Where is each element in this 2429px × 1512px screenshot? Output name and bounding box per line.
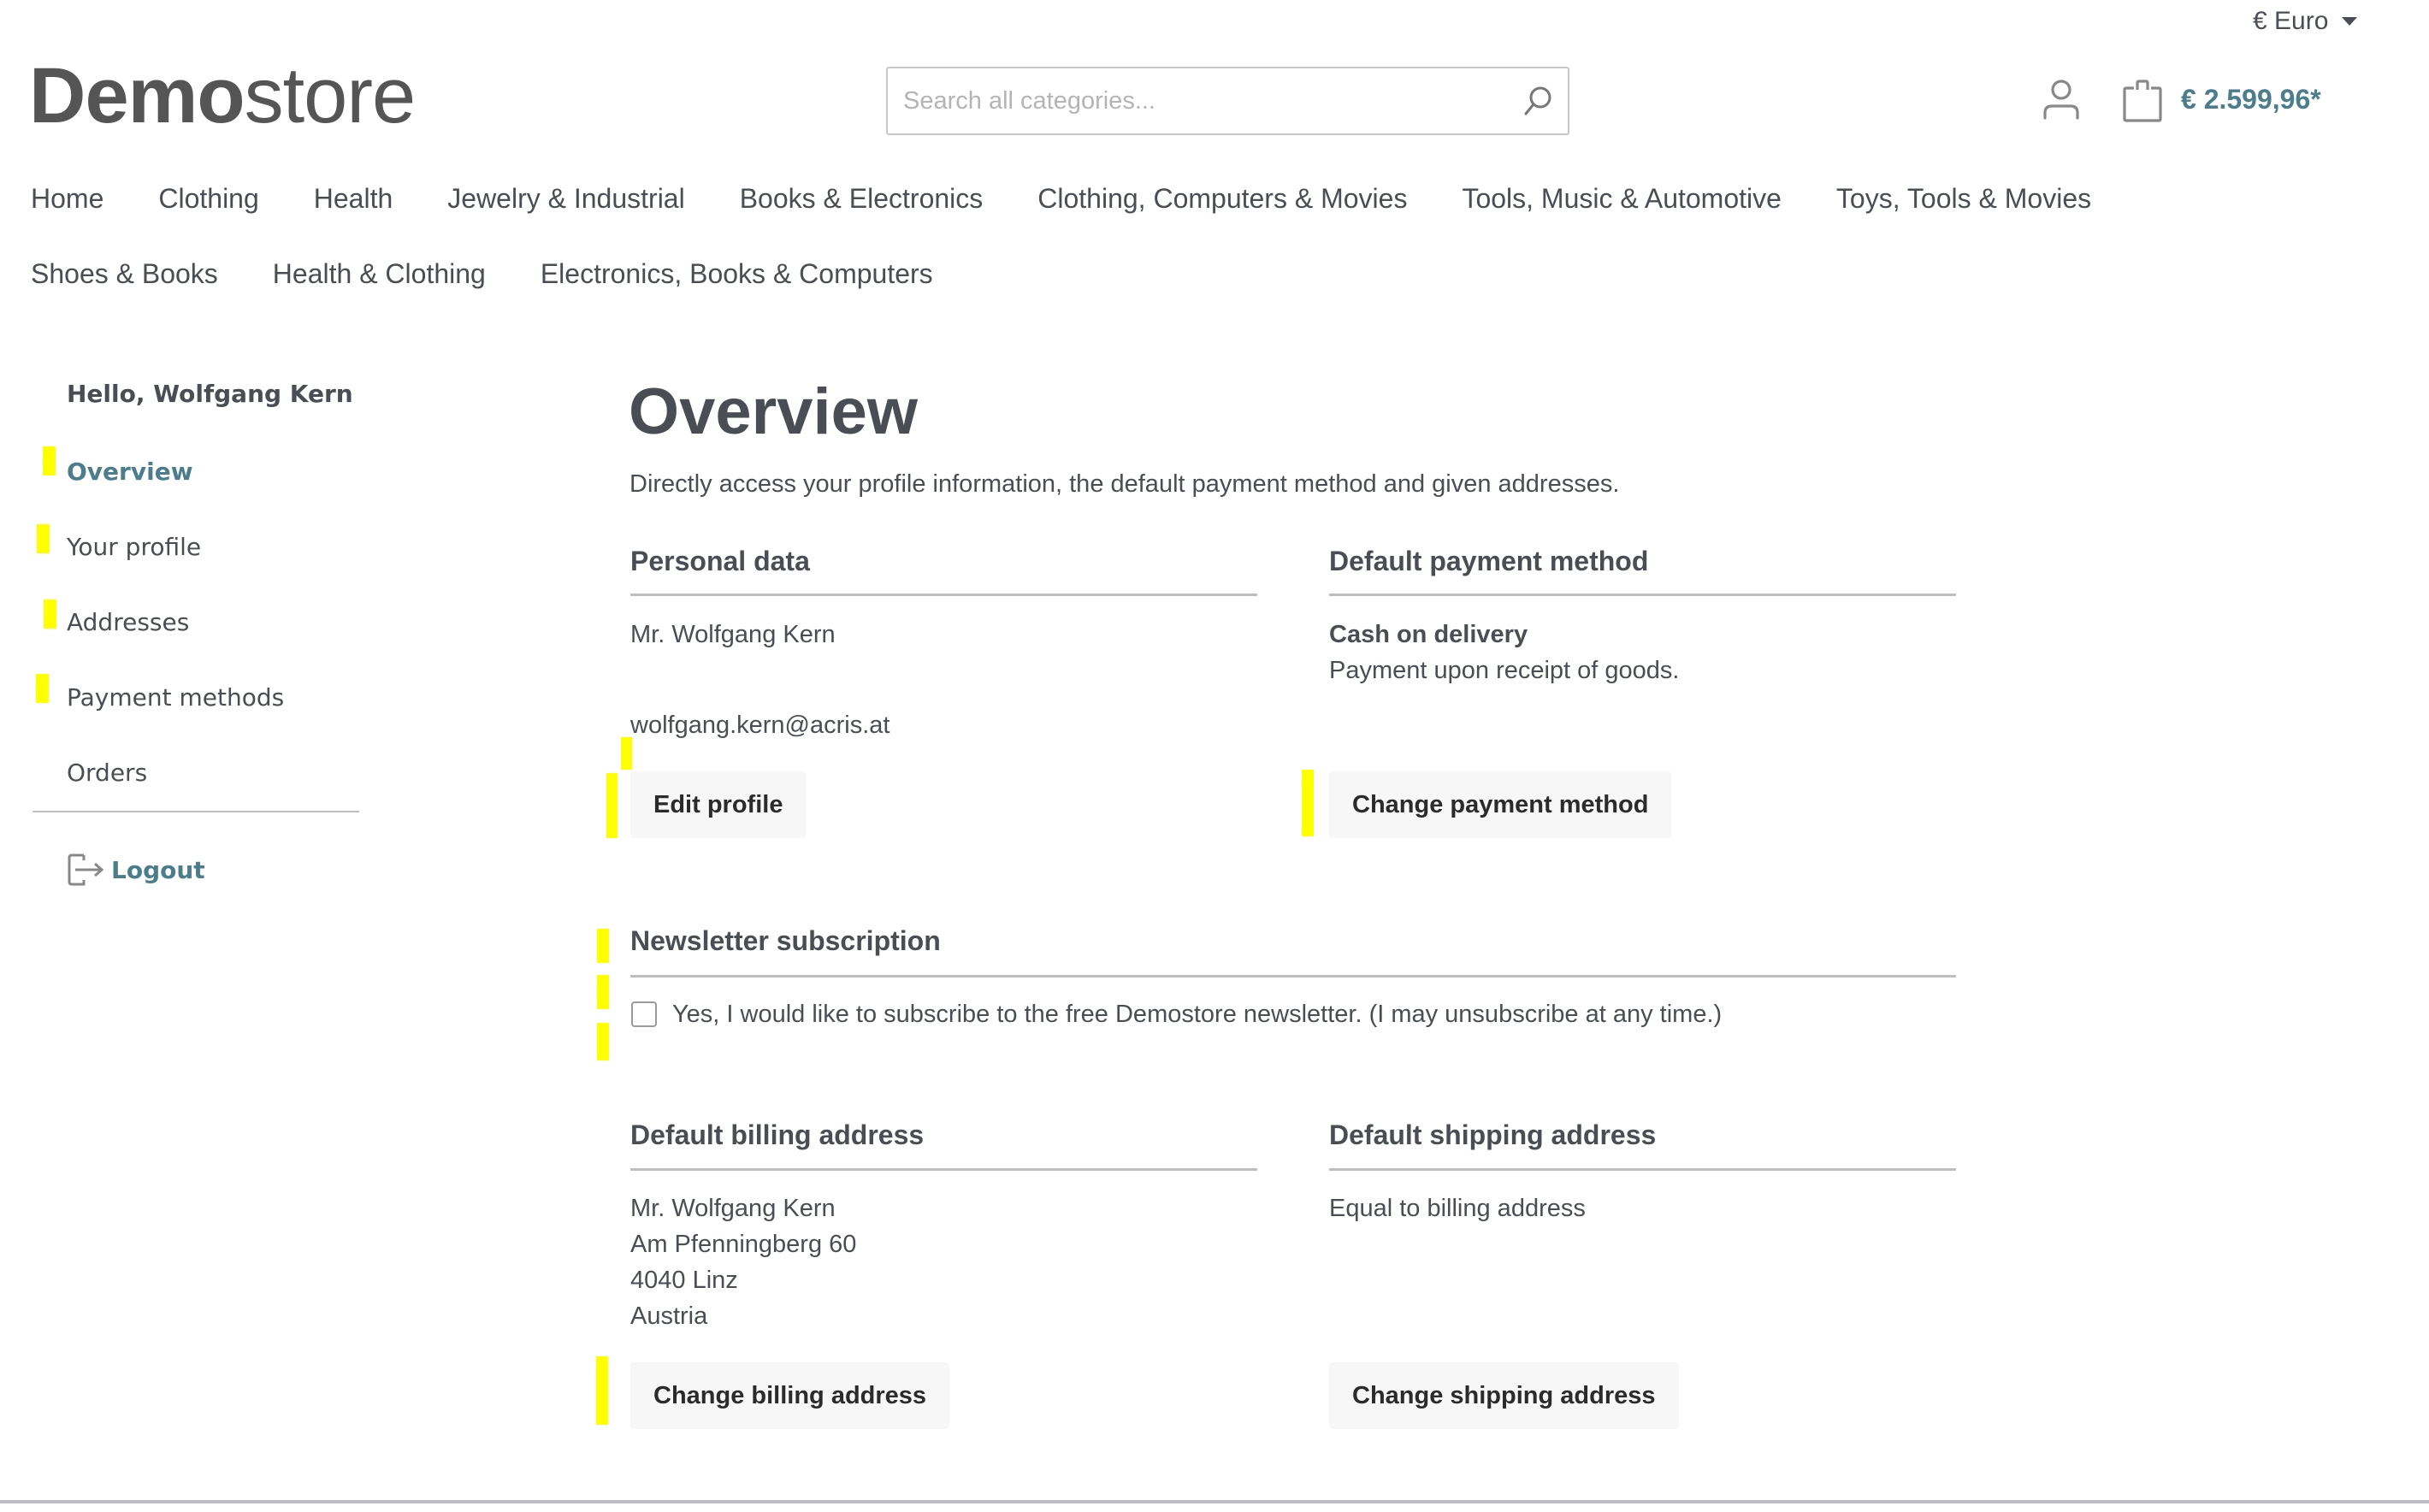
billing-address-line: Mr. Wolfgang Kern xyxy=(630,1195,836,1222)
shipping-address-heading: Default shipping address xyxy=(1329,1119,1657,1150)
page-description: Directly access your profile information… xyxy=(629,470,1620,498)
logout-label: Logout xyxy=(111,855,205,884)
page-title: Overview xyxy=(629,375,918,448)
highlight-marker xyxy=(597,975,609,1009)
footer-divider xyxy=(0,1500,2429,1503)
billing-address-heading: Default billing address xyxy=(630,1119,925,1150)
edit-profile-button[interactable]: Edit profile xyxy=(630,771,807,838)
sidebar-item-orders[interactable]: Orders xyxy=(67,759,147,787)
nav-item[interactable]: Health & Clothing xyxy=(273,258,486,290)
sidebar-item-your-profile[interactable]: Your profile xyxy=(67,533,201,561)
section-divider xyxy=(1329,1168,1956,1171)
sidebar-item-addresses[interactable]: Addresses xyxy=(67,608,189,636)
sidebar-divider xyxy=(33,811,359,812)
main-nav-row-1: Home Clothing Health Jewelry & Industria… xyxy=(31,183,2146,215)
payment-method-name: Cash on delivery xyxy=(1329,621,1528,648)
section-divider xyxy=(1329,594,1956,596)
search-button[interactable] xyxy=(1508,68,1568,133)
currency-selector[interactable]: € Euro xyxy=(2253,7,2358,36)
billing-address-line: Austria xyxy=(630,1302,708,1330)
nav-item[interactable]: Home xyxy=(31,183,103,215)
sidebar-item-overview[interactable]: Overview xyxy=(67,458,193,486)
payment-method-description: Payment upon receipt of goods. xyxy=(1329,657,1680,684)
highlight-marker xyxy=(606,773,618,838)
billing-address-line: Am Pfenningberg 60 xyxy=(630,1231,857,1258)
change-payment-method-button[interactable]: Change payment method xyxy=(1329,771,1672,838)
user-icon[interactable] xyxy=(2042,79,2080,121)
nav-item[interactable]: Tools, Music & Automotive xyxy=(1462,183,1781,215)
section-divider xyxy=(630,975,1956,977)
nav-item[interactable]: Clothing xyxy=(158,183,258,215)
customer-email: wolfgang.kern@acris.at xyxy=(630,712,890,739)
currency-label: € Euro xyxy=(2253,7,2329,35)
highlight-marker xyxy=(597,1023,609,1060)
highlight-marker xyxy=(621,737,632,770)
highlight-marker xyxy=(1302,770,1314,836)
nav-item[interactable]: Toys, Tools & Movies xyxy=(1836,183,2091,215)
billing-address-line: 4040 Linz xyxy=(630,1267,738,1294)
search-icon xyxy=(1524,86,1551,115)
highlight-marker xyxy=(36,674,49,703)
main-nav-row-2: Shoes & Books Health & Clothing Electron… xyxy=(31,258,988,290)
payment-method-heading: Default payment method xyxy=(1329,546,1649,576)
search-box xyxy=(886,67,1569,135)
sidebar-item-payment-methods[interactable]: Payment methods xyxy=(67,683,284,712)
personal-data-heading: Personal data xyxy=(630,546,810,576)
section-divider xyxy=(630,1168,1257,1171)
nav-item[interactable]: Electronics, Books & Computers xyxy=(541,258,933,290)
section-divider xyxy=(630,594,1257,596)
nav-item[interactable]: Jewelry & Industrial xyxy=(447,183,684,215)
logo[interactable]: Demostore xyxy=(29,52,417,139)
highlight-marker xyxy=(43,446,56,475)
caret-down-icon xyxy=(2342,17,2358,26)
shopping-bag-icon[interactable] xyxy=(2122,80,2163,122)
nav-item[interactable]: Health xyxy=(314,183,393,215)
newsletter-checkbox[interactable] xyxy=(631,1001,657,1027)
newsletter-heading: Newsletter subscription xyxy=(630,925,941,956)
nav-item[interactable]: Clothing, Computers & Movies xyxy=(1037,183,1407,215)
nav-item[interactable]: Shoes & Books xyxy=(31,258,218,290)
nav-item[interactable]: Books & Electronics xyxy=(740,183,984,215)
shipping-address-text: Equal to billing address xyxy=(1329,1195,1586,1222)
cart-total[interactable]: € 2.599,96* xyxy=(2181,84,2321,115)
newsletter-checkbox-label[interactable]: Yes, I would like to subscribe to the fr… xyxy=(672,1001,1722,1029)
greeting: Hello, Wolfgang Kern xyxy=(67,380,353,408)
logo-light: store xyxy=(244,52,417,139)
logout-link[interactable]: Logout xyxy=(67,852,205,888)
change-shipping-address-button[interactable]: Change shipping address xyxy=(1329,1362,1679,1429)
highlight-marker xyxy=(596,1356,608,1425)
highlight-marker xyxy=(44,599,56,629)
customer-name: Mr. Wolfgang Kern xyxy=(630,621,836,648)
search-input[interactable] xyxy=(888,86,1508,116)
highlight-marker xyxy=(37,524,50,553)
highlight-marker xyxy=(597,929,609,963)
logout-icon xyxy=(68,853,104,886)
logo-bold: Demo xyxy=(29,52,245,139)
change-billing-address-button[interactable]: Change billing address xyxy=(630,1362,950,1429)
